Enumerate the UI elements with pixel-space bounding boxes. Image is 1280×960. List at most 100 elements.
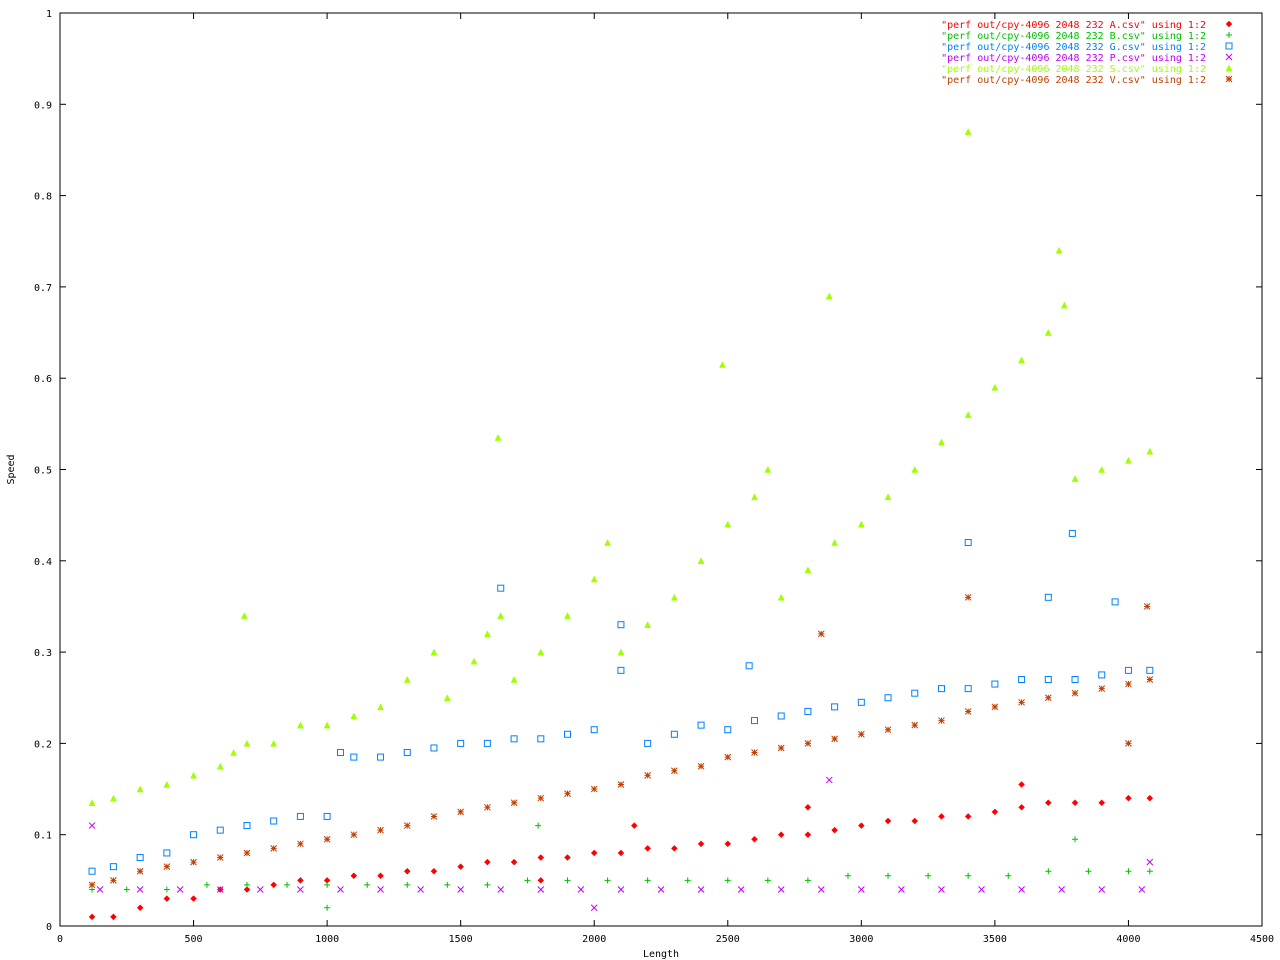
data-point (964, 539, 972, 547)
legend-entry-label: "perf out/cpy-4096 2048 232 V.csv" using… (941, 75, 1206, 86)
data-point (270, 817, 278, 825)
data-point (670, 593, 678, 601)
data-point (804, 831, 812, 839)
data-point (724, 753, 732, 761)
data-point (190, 771, 197, 779)
data-point (457, 739, 465, 747)
data-point (965, 872, 972, 879)
data-point (350, 712, 358, 720)
x-tick-label: 0 (57, 934, 63, 945)
data-point (88, 881, 96, 889)
data-point (535, 822, 542, 829)
data-point (457, 886, 465, 893)
data-point (510, 675, 518, 683)
data-point (243, 822, 251, 830)
data-point (617, 886, 625, 893)
y-tick-label: 0.6 (34, 374, 52, 385)
x-tick-label: 500 (185, 934, 203, 945)
data-point (284, 881, 291, 888)
data-point (1085, 868, 1092, 875)
data-point (724, 520, 732, 528)
data-point (136, 886, 144, 893)
data-point (1146, 794, 1154, 802)
data-point (750, 717, 758, 725)
data-point (297, 840, 304, 848)
data-point (1125, 456, 1132, 464)
data-point (377, 753, 385, 761)
data-point (484, 881, 491, 888)
data-point (590, 575, 598, 583)
data-point (524, 877, 531, 884)
data-point (751, 749, 758, 756)
data-point (1060, 301, 1068, 309)
data-point (270, 739, 278, 747)
data-point (857, 886, 865, 893)
data-point (911, 689, 919, 697)
y-tick-label: 0.5 (34, 466, 52, 477)
data-point (110, 913, 117, 921)
legend-marker (1225, 20, 1233, 28)
x-tick-label: 3500 (983, 934, 1007, 945)
data-point (88, 867, 96, 875)
data-point (417, 886, 424, 893)
data-point (1098, 799, 1106, 807)
y-tick-label: 0.8 (34, 192, 52, 203)
data-point (497, 612, 505, 619)
data-point (751, 835, 758, 843)
data-point (1124, 666, 1132, 674)
data-point (163, 886, 170, 893)
data-point (270, 845, 278, 852)
data-point (884, 817, 892, 825)
data-point (604, 877, 611, 884)
x-tick-label: 3000 (849, 934, 873, 945)
data-point (430, 867, 438, 875)
data-point (991, 680, 999, 688)
data-point (1143, 603, 1151, 610)
data-point (403, 867, 411, 875)
data-point (510, 735, 518, 743)
data-point (136, 854, 144, 862)
data-point (377, 703, 384, 711)
data-point (1146, 858, 1154, 866)
data-point (1138, 886, 1146, 893)
data-point (777, 744, 785, 752)
data-point (657, 886, 665, 893)
data-point (1071, 675, 1079, 683)
y-axis-ticks: 0 0.1 0.2 0.3 0.4 0.5 0.6 0.7 0.8 0.9 1 (34, 9, 1262, 933)
data-point (857, 822, 865, 829)
data-point (697, 840, 705, 848)
data-point (644, 739, 652, 747)
data-point (745, 662, 753, 670)
data-point (163, 780, 171, 788)
data-point (737, 886, 745, 893)
data-point (88, 799, 96, 806)
data-point (136, 785, 144, 793)
data-point (216, 762, 224, 770)
data-point (938, 717, 945, 724)
data-point (844, 872, 851, 879)
data-point (336, 749, 344, 757)
data-point (804, 707, 812, 715)
data-points (88, 128, 1154, 921)
data-point (617, 666, 625, 674)
data-point (831, 538, 839, 546)
legend-marker (1225, 75, 1233, 83)
data-point (964, 685, 972, 693)
data-point (617, 781, 625, 788)
data-point (510, 799, 518, 807)
data-point (564, 877, 571, 884)
data-point (203, 881, 210, 888)
data-point (777, 712, 785, 720)
x-tick-label: 2500 (716, 934, 740, 945)
data-point (1098, 886, 1106, 893)
data-point (697, 886, 705, 893)
data-point (590, 904, 598, 912)
data-point (430, 744, 438, 752)
data-point (925, 872, 932, 879)
data-point (817, 630, 825, 638)
y-axis-label: Speed (6, 454, 17, 484)
data-point (671, 767, 678, 775)
data-point (537, 854, 545, 861)
data-point (109, 863, 117, 871)
data-point (1044, 593, 1052, 601)
